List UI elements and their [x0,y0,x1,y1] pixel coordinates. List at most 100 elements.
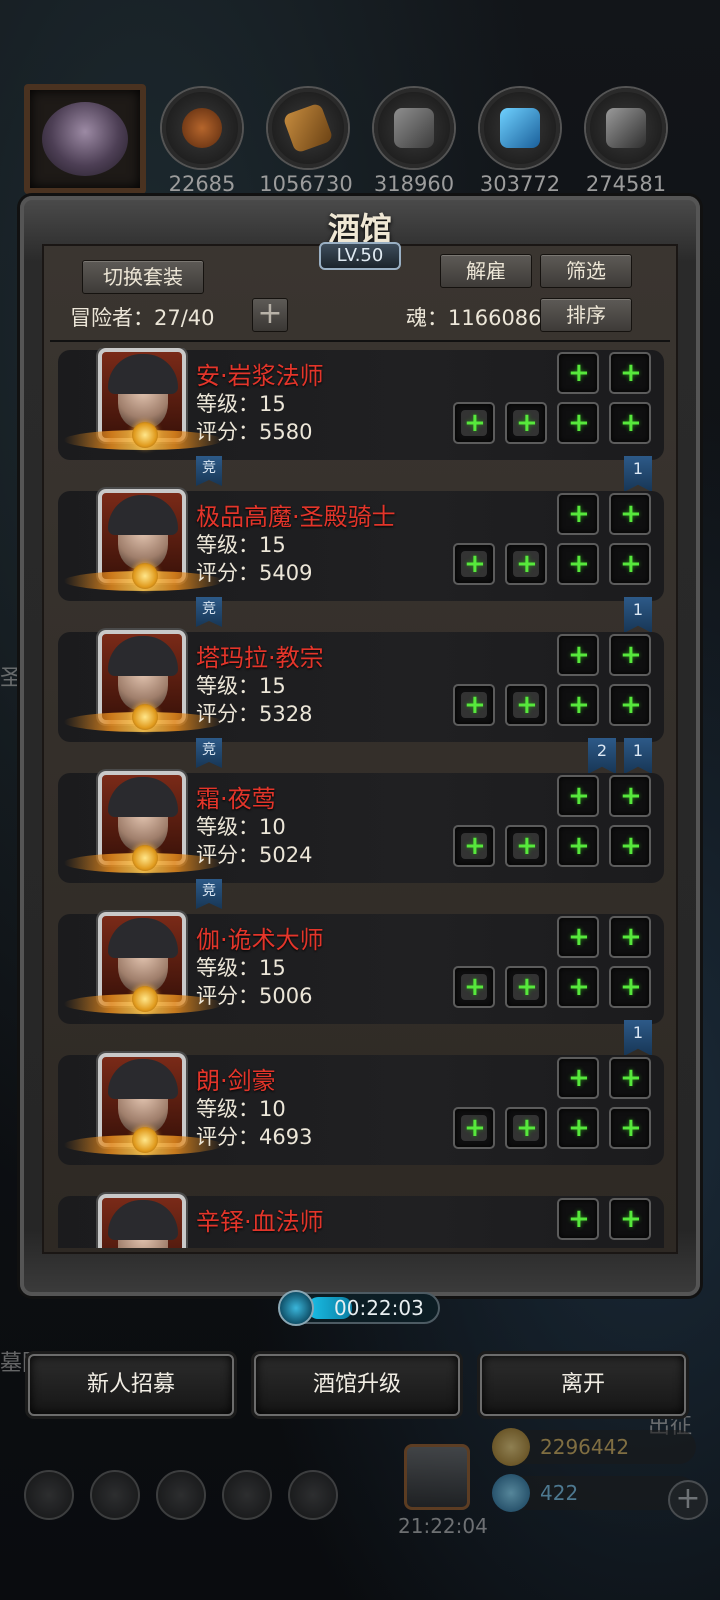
equip-slot[interactable]: + [609,966,651,1008]
equip-slot[interactable]: + [557,1198,599,1240]
leave-button[interactable]: 离开 [480,1354,686,1416]
green-plus-icon: + [464,831,486,861]
resource-slot-4[interactable] [480,88,560,168]
resource-count-2: 1056730 [259,172,353,196]
recruit-button[interactable]: 新人招募 [28,1354,234,1416]
equip-slot[interactable]: + [557,543,599,585]
hero-card[interactable]: 霜·夜莺 等级：10 评分：5024 + + + + + + [54,771,664,891]
equip-slot[interactable]: + [453,543,495,585]
equip-slot[interactable]: + [609,775,651,817]
settings-icon[interactable] [24,1470,74,1520]
equip-slot[interactable]: + [505,684,547,726]
green-plus-icon: + [620,499,642,529]
equip-slot[interactable]: + [505,402,547,444]
equip-slot[interactable]: + [557,825,599,867]
equip-slot[interactable]: + [557,1107,599,1149]
quality-medal-icon [132,422,158,448]
resource-slot-3[interactable] [374,88,454,168]
equip-slot[interactable]: + [453,825,495,867]
equip-slot[interactable]: + [609,825,651,867]
equip-slot[interactable]: + [609,1057,651,1099]
equip-slot[interactable]: + [557,916,599,958]
equip-slot[interactable]: + [609,493,651,535]
mail-icon[interactable] [222,1470,272,1520]
wood-icon [282,102,334,154]
player-portrait[interactable] [24,84,146,194]
sort-button[interactable]: 排序 [540,298,632,332]
resource-slot-2[interactable] [268,88,348,168]
equip-slot[interactable]: + [609,543,651,585]
green-plus-icon: + [620,1113,642,1143]
gem-icon [492,1474,530,1512]
equip-slot[interactable]: + [505,966,547,1008]
green-plus-icon: + [568,640,590,670]
equip-slot[interactable]: + [609,352,651,394]
hero-level: 等级：15 [196,392,286,416]
hero-list[interactable]: 安·岩浆法师 等级：15 评分：5580 + + + + + + 竞 1 极品高魔·圣殿骑士 等级：15… [54,348,666,1248]
equip-slot[interactable]: + [505,543,547,585]
hero-name: 霜·夜莺 [196,785,276,813]
equip-slot[interactable]: + [557,634,599,676]
equip-slot[interactable]: + [557,684,599,726]
skills-icon[interactable] [90,1470,140,1520]
hero-card[interactable]: 朗·剑豪 等级：10 评分：4693 + + + + + + [54,1053,664,1173]
equip-slot[interactable]: + [609,1198,651,1240]
add-currency-button[interactable]: + [668,1480,708,1520]
equip-slot[interactable]: + [557,1057,599,1099]
arena-tag: 竞 [196,456,222,486]
gem-value: 422 [540,1481,579,1505]
hero-card[interactable]: 辛铎·血法师 + + [54,1194,664,1248]
equip-slot[interactable]: + [609,402,651,444]
resource-slot-5[interactable] [586,88,666,168]
equip-slot[interactable]: + [453,684,495,726]
hero-hood [108,918,178,958]
dismiss-button[interactable]: 解雇 [440,254,532,288]
hero-card[interactable]: 极品高魔·圣殿骑士 等级：15 评分：5409 + + + + + + [54,489,664,609]
hero-card[interactable]: 安·岩浆法师 等级：15 评分：5580 + + + + + + [54,348,664,468]
equip-slot[interactable]: + [609,634,651,676]
team-bookmark-tag: 1 [624,597,652,633]
tavern-panel: 酒馆 LV.50 切换套装 解雇 筛选 冒险者：27/40 + 魂：116608… [20,196,700,1296]
resource-count-5: 274581 [585,172,667,196]
hero-card[interactable]: 塔玛拉·教宗 等级：15 评分：5328 + + + + + + [54,630,664,750]
equip-slot[interactable]: + [609,684,651,726]
gift-icon[interactable] [404,1444,470,1510]
quality-medal-icon [132,1127,158,1153]
equip-slot[interactable]: + [557,775,599,817]
filter-button[interactable]: 筛选 [540,254,632,288]
equip-slot[interactable]: + [557,493,599,535]
hero-level: 等级：10 [196,815,286,839]
green-plus-icon: + [568,690,590,720]
expand-capacity-button[interactable]: + [252,298,288,332]
hero-avatar[interactable] [98,1194,186,1248]
hero-hood [108,1059,178,1099]
green-plus-icon: + [464,408,486,438]
hero-card[interactable]: 伽·诡术大师 等级：15 评分：5006 + + + + + + [54,912,664,1032]
equip-slot[interactable]: + [609,1107,651,1149]
steel-icon [606,108,646,148]
hero-name: 辛铎·血法师 [196,1208,324,1236]
equip-slot[interactable]: + [505,1107,547,1149]
equip-slot[interactable]: + [557,352,599,394]
equip-slot[interactable]: + [453,402,495,444]
resource-bar: 22685 1056730 318960 303772 274581 [20,82,700,200]
green-plus-icon: + [568,972,590,1002]
upgrade-tavern-button[interactable]: 酒馆升级 [254,1354,460,1416]
green-plus-icon: + [620,358,642,388]
switch-outfit-button[interactable]: 切换套装 [82,260,204,294]
equip-slot[interactable]: + [557,966,599,1008]
bag-icon[interactable] [156,1470,206,1520]
equip-slot[interactable]: + [453,966,495,1008]
bottom-hud: 21:22:04 2296442 422 + [0,1420,720,1600]
resource-slot-1[interactable] [162,88,242,168]
green-plus-icon: + [620,690,642,720]
equip-slot[interactable]: + [557,402,599,444]
hero-score: 评分：4693 [196,1125,313,1149]
guild-icon[interactable] [288,1470,338,1520]
equip-slot[interactable]: + [609,916,651,958]
green-plus-icon: + [620,922,642,952]
resource-count-1: 22685 [168,172,236,196]
equip-slot[interactable]: + [453,1107,495,1149]
hero-name: 朗·剑豪 [196,1067,276,1095]
equip-slot[interactable]: + [505,825,547,867]
